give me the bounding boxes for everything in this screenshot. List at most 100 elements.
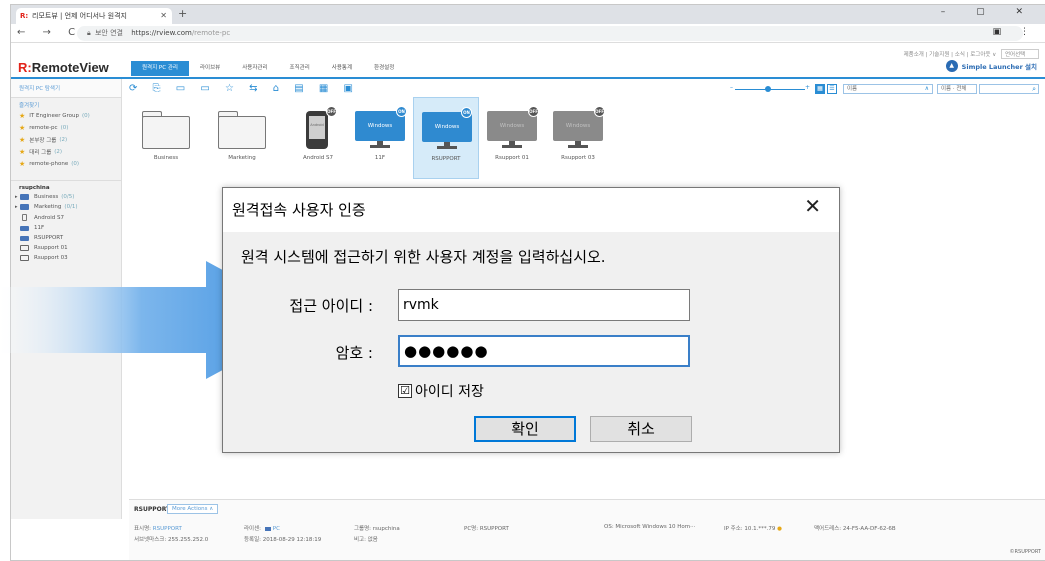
windows-icon [20, 225, 29, 231]
search-input[interactable]: ⌕ [979, 84, 1039, 94]
menu-item[interactable]: 사용통계 [321, 61, 363, 76]
url-text: https://rview.com/remote-pc [131, 29, 231, 37]
language-select[interactable]: 언어선택 [1001, 49, 1039, 59]
device-tile[interactable]: Windows OFF Rsupport 01 [479, 97, 545, 179]
status-badge: OFF [326, 106, 337, 117]
status-badge: OFF [594, 106, 605, 117]
simple-launcher-link[interactable]: ▲ Simple Launcher 설치 [945, 60, 1037, 72]
ok-button[interactable]: 확인 [474, 416, 576, 442]
device-label: RSUPPORT [431, 156, 461, 162]
device-label: Marketing [228, 155, 256, 161]
zoom-slider[interactable]: – + [730, 84, 810, 92]
more-actions-button[interactable]: More Actions ∧ [167, 504, 219, 514]
checkbox-icon[interactable]: ☑ [398, 384, 412, 398]
close-icon[interactable]: ✕ [804, 194, 821, 218]
windows-icon [264, 526, 271, 531]
search-icon[interactable]: ⌕ [1032, 85, 1036, 93]
window-controls[interactable]: – ▢ ✕ [941, 7, 1037, 17]
star-icon: ★ [19, 136, 26, 144]
device-tree: ▸ Business (0/5) ▸ Marketing (0/1) Android S7 1… [11, 192, 121, 263]
folder-icon [20, 194, 29, 200]
device-label: 11F [374, 155, 386, 161]
nav-buttons[interactable]: ← → C [17, 27, 82, 38]
device-label: Rsupport 01 [495, 155, 529, 161]
device-info-panel: RSUPPORT More Actions ∧ 표시명: RSUPPORT 라이… [129, 499, 1045, 560]
device-grid: Business Marketing Android OFF Android S7 Win… [129, 97, 1029, 187]
tree-item[interactable]: Android S7 [11, 212, 121, 223]
browser-tab-bar: R: 리모트뷰 | 언제 어디서나 원격지 ✕ + – ▢ ✕ [11, 5, 1045, 24]
tab-close-icon[interactable]: ✕ [160, 8, 167, 24]
star-icon: ★ [19, 124, 26, 132]
device-tile[interactable]: Android OFF Android S7 [285, 97, 351, 179]
copyright: ©RSUPPORT [1009, 549, 1041, 555]
folder-icon [20, 204, 29, 210]
sort-select[interactable]: 이름 ∧ [843, 84, 933, 94]
new-tab-button[interactable]: + [178, 7, 187, 20]
favorite-item[interactable]: ★ remote-pc (0) [11, 122, 121, 134]
menu-item[interactable]: 조직관리 [279, 61, 321, 76]
status-badge: ON [461, 107, 472, 118]
favorite-item[interactable]: ★ 본부장 그룹 (2) [11, 134, 121, 146]
pc-explorer-label[interactable]: 원격지 PC 탐색기 [11, 79, 121, 98]
favorite-item[interactable]: ★ 대리 그룹 (2) [11, 146, 121, 158]
windows-icon [20, 235, 29, 241]
menu-item[interactable]: 환경설정 [363, 61, 405, 76]
device-toolbar[interactable]: ⟳ ⎘ ▭ ▭ ☆ ⇆ ⌂ ▤ ▦ ▣ [129, 83, 359, 94]
access-id-label: 접근 아이디 : [289, 297, 373, 315]
device-tile[interactable]: Windows OFF Rsupport 03 [545, 97, 611, 179]
save-id-checkbox[interactable]: ☑ 아이디 저장 [398, 381, 484, 401]
device-label: Business [153, 155, 179, 161]
device-tile[interactable]: Windows ON 11F [347, 97, 413, 179]
address-bar-row: ← → C 🔒︎ 보안 연결 https://rview.com/remote-… [11, 24, 1045, 43]
grid-view-icon[interactable]: ▦ [815, 84, 825, 94]
favorite-item[interactable]: ★ remote-phone (0) [11, 158, 121, 170]
zoom-slider-knob[interactable] [765, 85, 771, 92]
status-badge: OFF [528, 106, 539, 117]
android-device-icon: Android [306, 111, 328, 149]
tree-item[interactable]: ▸ Marketing (0/1) [11, 202, 121, 212]
cancel-button[interactable]: 취소 [590, 416, 692, 442]
dialog-titlebar: 원격접속 사용자 인증 ✕ [223, 188, 839, 232]
monitor-icon [20, 245, 29, 251]
star-icon: ★ [19, 112, 26, 120]
address-bar[interactable]: 🔒︎ 보안 연결 https://rview.com/remote-pc [77, 26, 1023, 41]
android-icon [22, 214, 27, 221]
device-label: Rsupport 03 [561, 155, 595, 161]
info-device-name: RSUPPORT [134, 506, 171, 513]
star-icon: ★ [19, 160, 26, 168]
device-tile[interactable]: Windows ON RSUPPORT [413, 97, 479, 179]
tree-item[interactable]: ▸ Business (0/5) [11, 192, 121, 202]
security-label: 보안 연결 [94, 29, 123, 37]
password-field[interactable] [398, 335, 690, 367]
access-id-field[interactable] [398, 289, 690, 321]
account-group-label[interactable]: rsupchina [11, 180, 121, 192]
view-controls: – + ▦ ☰ 이름 ∧ 이름 · 전체 ⌕ [730, 83, 1039, 95]
dialog-message: 원격 시스템에 접근하기 위한 사용자 계정을 입력하십시오. [241, 248, 606, 266]
menu-item[interactable]: 라이브뷰 [189, 61, 231, 76]
main-menu: 원격지 PC 관리 라이브뷰 사용자관리 조직관리 사용통계 환경설정 [131, 61, 405, 76]
menu-item[interactable]: 사용자관리 [231, 61, 278, 76]
tree-item[interactable]: Rsupport 01 [11, 243, 121, 253]
list-view-icon[interactable]: ☰ [827, 84, 837, 94]
lock-icon: 🔒︎ [87, 29, 91, 37]
password-label: 암호 : [335, 344, 373, 362]
lock-status-icon: ● [777, 526, 782, 532]
favorite-item[interactable]: ★ IT Engineer Group (0) [11, 110, 121, 122]
remoteview-logo[interactable]: R:RemoteView [18, 60, 109, 75]
browser-tab[interactable]: R: 리모트뷰 | 언제 어디서나 원격지 ✕ [16, 8, 172, 24]
save-id-label: 아이디 저장 [415, 384, 484, 400]
browser-menu-icons[interactable]: ▣ ⋮ [993, 27, 1037, 37]
tree-item[interactable]: 11F [11, 223, 121, 233]
folder-icon [218, 111, 266, 149]
dialog-title: 원격접속 사용자 인증 [232, 201, 366, 219]
top-links[interactable]: 제품소개 | 기술지원 | 소식 | 로그아웃 ∨ 언어선택 [904, 49, 1039, 59]
status-badge: ON [396, 106, 407, 117]
device-tile[interactable]: Business [133, 97, 199, 179]
launcher-icon: ▲ [945, 60, 958, 72]
star-icon: ★ [19, 148, 26, 156]
device-tile[interactable]: Marketing [209, 97, 275, 179]
tree-item[interactable]: RSUPPORT [11, 233, 121, 243]
filter-select[interactable]: 이름 · 전체 [937, 84, 977, 94]
header-accent-bar [11, 77, 1045, 79]
menu-item[interactable]: 원격지 PC 관리 [131, 61, 189, 76]
